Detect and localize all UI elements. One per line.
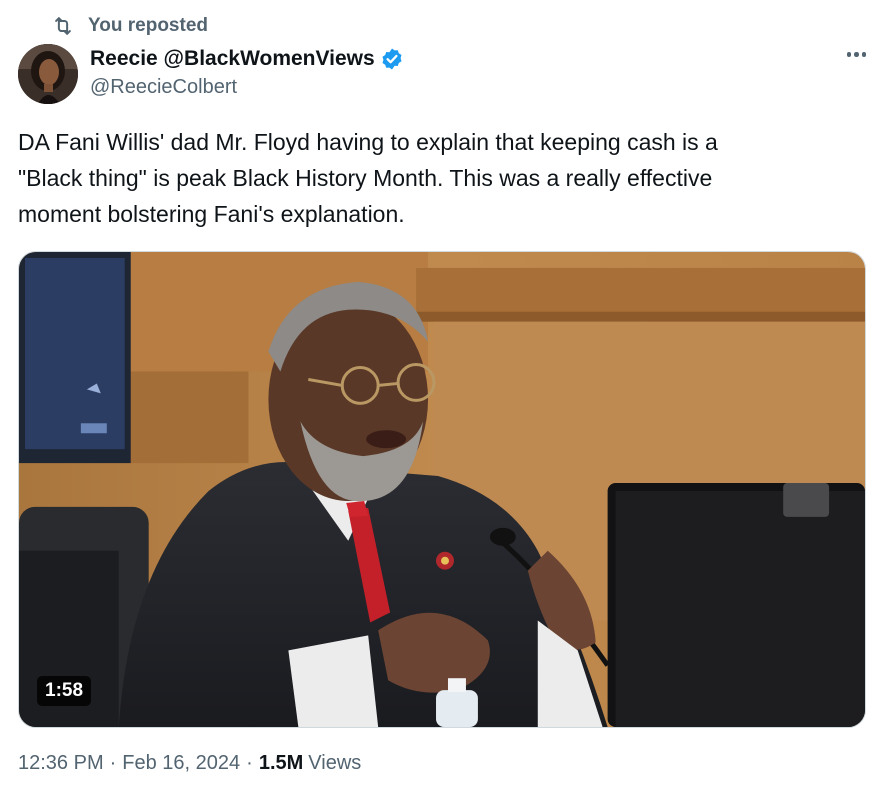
separator-dot: ·: [246, 752, 253, 774]
avatar-image: [18, 44, 78, 104]
views-count: 1.5M: [258, 752, 304, 774]
author-name[interactable]: Reecie @BlackWomenViews: [90, 47, 375, 71]
video-player[interactable]: 1:58: [18, 251, 866, 728]
tweet-text-line: DA Fani Willis' dad Mr. Floyd having to …: [18, 129, 718, 155]
repost-icon: [55, 17, 71, 35]
repost-label: You reposted: [88, 15, 208, 36]
verified-badge-icon: [382, 48, 402, 70]
author-handle[interactable]: @ReecieColbert: [90, 76, 404, 99]
video-thumbnail: [19, 252, 865, 727]
tweet-text-line: moment bolstering Fani's explanation.: [18, 201, 405, 227]
avatar[interactable]: [18, 44, 78, 104]
separator-dot: ·: [109, 752, 117, 774]
tweet-text-line: "Black thing" is peak Black History Mont…: [18, 165, 713, 191]
more-options-icon[interactable]: [846, 52, 866, 57]
post-date[interactable]: Feb 16, 2024: [122, 752, 240, 775]
tweet-metadata: 12:36 PM · Feb 16, 2024 · 1.5M Views: [18, 752, 361, 775]
tweet-text: DA Fani Willis' dad Mr. Floyd having to …: [18, 124, 868, 232]
post-time[interactable]: 12:36 PM: [18, 752, 104, 775]
repost-indicator[interactable]: You reposted: [52, 12, 208, 40]
video-duration: 1:58: [37, 676, 92, 706]
author-block: Reecie @BlackWomenViews @ReecieColbert: [90, 44, 404, 99]
views-label: Views: [308, 752, 362, 774]
